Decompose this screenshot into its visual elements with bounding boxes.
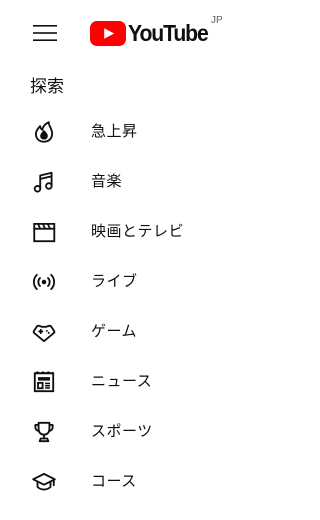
hamburger-menu-icon xyxy=(33,25,57,41)
nav-item-label: ゲーム xyxy=(91,322,138,340)
country-code: JP xyxy=(211,15,223,26)
top-bar: YouTube JP xyxy=(0,0,308,64)
nav-item-movies-tv[interactable]: 映画とテレビ xyxy=(0,206,308,256)
nav-item-live[interactable]: ライブ xyxy=(0,256,308,306)
nav-item-news[interactable]: ニュース xyxy=(0,356,308,406)
nav-item-label: ライブ xyxy=(91,272,138,290)
live-broadcast-icon xyxy=(31,269,57,295)
youtube-logo[interactable]: YouTube xyxy=(90,17,215,49)
clapperboard-icon xyxy=(31,219,57,245)
nav-item-label: スポーツ xyxy=(91,422,153,440)
newspaper-icon xyxy=(31,369,57,395)
nav-item-courses[interactable]: コース xyxy=(0,456,308,506)
nav-item-music[interactable]: 音楽 xyxy=(0,156,308,206)
hamburger-menu-button[interactable] xyxy=(28,18,62,48)
youtube-play-logo-icon xyxy=(90,20,126,46)
nav-item-label: コース xyxy=(91,472,137,490)
graduation-cap-icon xyxy=(31,469,57,495)
nav-item-label: 音楽 xyxy=(91,172,123,190)
nav-item-label: 急上昇 xyxy=(91,122,138,140)
music-note-icon xyxy=(31,169,57,195)
gamepad-icon xyxy=(31,319,57,345)
nav-item-sports[interactable]: スポーツ xyxy=(0,406,308,456)
trending-flame-icon xyxy=(31,119,57,145)
nav-item-trending[interactable]: 急上昇 xyxy=(0,106,308,156)
logo-wordmark: YouTube xyxy=(128,20,209,46)
nav-item-label: ニュース xyxy=(91,372,153,390)
explore-section-title: 探索 xyxy=(30,77,64,97)
nav-item-gaming[interactable]: ゲーム xyxy=(0,306,308,356)
trophy-icon xyxy=(31,419,57,445)
nav-item-label: 映画とテレビ xyxy=(91,222,185,240)
explore-nav-list: 急上昇 音楽 映画とテレビ ライブ ゲーム ニュース スポーツ コース xyxy=(0,106,308,506)
